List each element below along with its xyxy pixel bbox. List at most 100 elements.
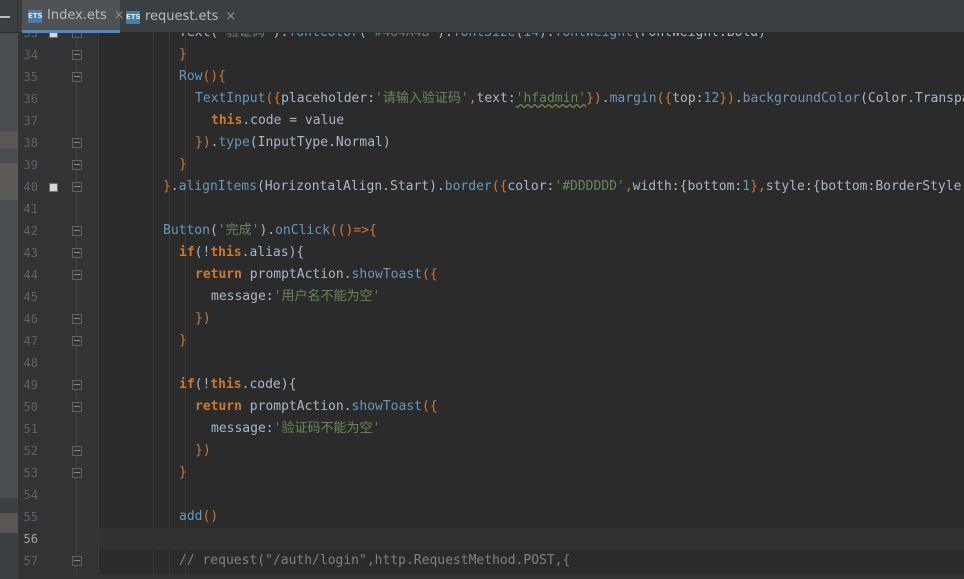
code-line[interactable]: message:'验证码不能为空' <box>99 418 964 440</box>
code-line[interactable]: }) <box>99 440 964 462</box>
code-token: (FontWeight.Bold) <box>633 33 766 40</box>
strip-marker <box>0 163 18 200</box>
fold-icon[interactable] <box>72 270 82 280</box>
code-line[interactable]: }.alignItems(HorizontalAlign.Start).bord… <box>99 176 964 198</box>
fold-icon[interactable] <box>72 248 82 258</box>
fold-icon[interactable] <box>72 182 82 192</box>
fold-icon[interactable] <box>72 72 82 82</box>
code-line[interactable]: } <box>99 154 964 176</box>
gutter-line[interactable]: 47 <box>18 330 98 352</box>
code-line[interactable]: if(!this.code){ <box>99 374 964 396</box>
gutter-line[interactable]: 57 <box>18 550 98 572</box>
fold-icon[interactable] <box>72 160 82 170</box>
fold-icon[interactable] <box>72 314 82 324</box>
code-line[interactable] <box>99 352 964 374</box>
line-number: 42 <box>23 224 38 238</box>
gutter-line[interactable]: 56 <box>18 528 98 550</box>
gutter-line[interactable]: 49 <box>18 374 98 396</box>
gutter-line[interactable]: 50 <box>18 396 98 418</box>
code-line[interactable]: this.code = value <box>99 110 964 132</box>
fold-icon[interactable] <box>72 138 82 148</box>
code-line[interactable]: } <box>99 330 964 352</box>
line-number: 50 <box>23 400 38 414</box>
gutter-line[interactable]: 36 <box>18 88 98 110</box>
code-line[interactable] <box>99 484 964 506</box>
gutter-line[interactable]: 54 <box>18 484 98 506</box>
gutter-line[interactable]: 41 <box>18 198 98 220</box>
code-token: ). <box>539 33 555 40</box>
gutter-line[interactable]: 52 <box>18 440 98 462</box>
gutter-line[interactable]: 45 <box>18 286 98 308</box>
code-token: style <box>765 179 805 194</box>
code-line[interactable]: Button('完成').onClick(()=>{ <box>99 220 964 242</box>
code-token: fontColor <box>288 33 358 40</box>
fold-icon[interactable] <box>72 380 82 390</box>
code-token: '#484A4B' <box>367 33 437 40</box>
code-line[interactable]: }).type(InputType.Normal) <box>99 132 964 154</box>
code-token: border <box>444 179 492 194</box>
horizontal-scrollbar[interactable] <box>18 574 964 579</box>
gutter-line[interactable]: 38 <box>18 132 98 154</box>
strip-marker <box>0 149 18 163</box>
fold-icon[interactable] <box>72 226 82 236</box>
fold-icon[interactable] <box>72 446 82 456</box>
code-token: this <box>210 245 242 260</box>
code-line[interactable]: Row(){ <box>99 66 964 88</box>
gutter-line[interactable]: 37 <box>18 110 98 132</box>
fold-icon[interactable] <box>72 468 82 478</box>
code-editor[interactable]: 33 34 35 36 37 38 39 40 41 42 43 44 45 46 47 48 49 50 51 52… <box>18 33 964 579</box>
gutter-line[interactable]: 34 <box>18 44 98 66</box>
code-line[interactable]: return promptAction.showToast({ <box>99 264 964 286</box>
code-token: '#DDDDDD' <box>554 179 625 194</box>
gutter-line[interactable]: 40 <box>18 176 98 198</box>
tab-label: request.ets <box>145 9 219 24</box>
tab-request-ets[interactable]: ETS request.ets × <box>120 0 236 33</box>
code-token: (InputType.Normal) <box>249 135 391 150</box>
code-line[interactable]: } <box>99 462 964 484</box>
code-line[interactable]: }) <box>99 308 964 330</box>
gutter-line[interactable]: 43 <box>18 242 98 264</box>
bookmark-icon[interactable] <box>49 33 58 38</box>
gutter-line[interactable]: 42 <box>18 220 98 242</box>
gutter-line[interactable]: 46 <box>18 308 98 330</box>
fold-icon[interactable] <box>72 33 82 38</box>
code-token: width <box>632 179 672 194</box>
code-line[interactable] <box>99 198 964 220</box>
code-line[interactable]: return promptAction.showToast({ <box>99 396 964 418</box>
gutter-line[interactable]: 51 <box>18 418 98 440</box>
strip-marker <box>0 33 18 131</box>
gutter-line[interactable]: 48 <box>18 352 98 374</box>
bookmark-icon[interactable] <box>49 183 58 192</box>
code-token: ({ <box>656 91 673 106</box>
code-token: showToast <box>351 267 422 282</box>
code-line[interactable]: } <box>99 44 964 66</box>
fold-icon[interactable] <box>72 556 82 566</box>
code-line[interactable]: add() <box>99 506 964 528</box>
gutter-line[interactable]: 33 <box>18 33 98 44</box>
fold-icon[interactable] <box>72 336 82 346</box>
tab-index-ets[interactable]: ETS Index.ets × <box>22 0 125 33</box>
line-gutter[interactable]: 33 34 35 36 37 38 39 40 41 42 43 44 45 46 47 48 49 50 51 52… <box>18 33 98 579</box>
gutter-line[interactable]: 35 <box>18 66 98 88</box>
code-token: '请输入验证码' <box>375 91 469 106</box>
gutter-line[interactable]: 53 <box>18 462 98 484</box>
code-line[interactable] <box>99 528 964 550</box>
code-token: ({ <box>265 91 282 106</box>
code-token: } <box>179 47 187 62</box>
code-token: TextInput <box>195 91 266 106</box>
collapse-icon[interactable] <box>0 16 10 18</box>
gutter-line[interactable]: 39 <box>18 154 98 176</box>
code-line[interactable]: // request("/auth/login",http.RequestMet… <box>99 550 964 572</box>
code-token: 'hfadmin' <box>515 91 587 106</box>
close-icon[interactable]: × <box>225 9 236 24</box>
code-line[interactable]: TextInput({placeholder:'请输入验证码',text:'hf… <box>99 88 964 110</box>
code-token: return <box>195 267 242 282</box>
code-line[interactable]: Text('验证码').fontColor('#484A4B').fontSiz… <box>99 33 964 44</box>
code-line[interactable]: message:'用户名不能为空' <box>99 286 964 308</box>
code-line[interactable]: if(!this.alias){ <box>99 242 964 264</box>
fold-icon[interactable] <box>72 50 82 60</box>
code-token: () <box>202 509 219 524</box>
gutter-line[interactable]: 55 <box>18 506 98 528</box>
gutter-line[interactable]: 44 <box>18 264 98 286</box>
fold-icon[interactable] <box>72 402 82 412</box>
